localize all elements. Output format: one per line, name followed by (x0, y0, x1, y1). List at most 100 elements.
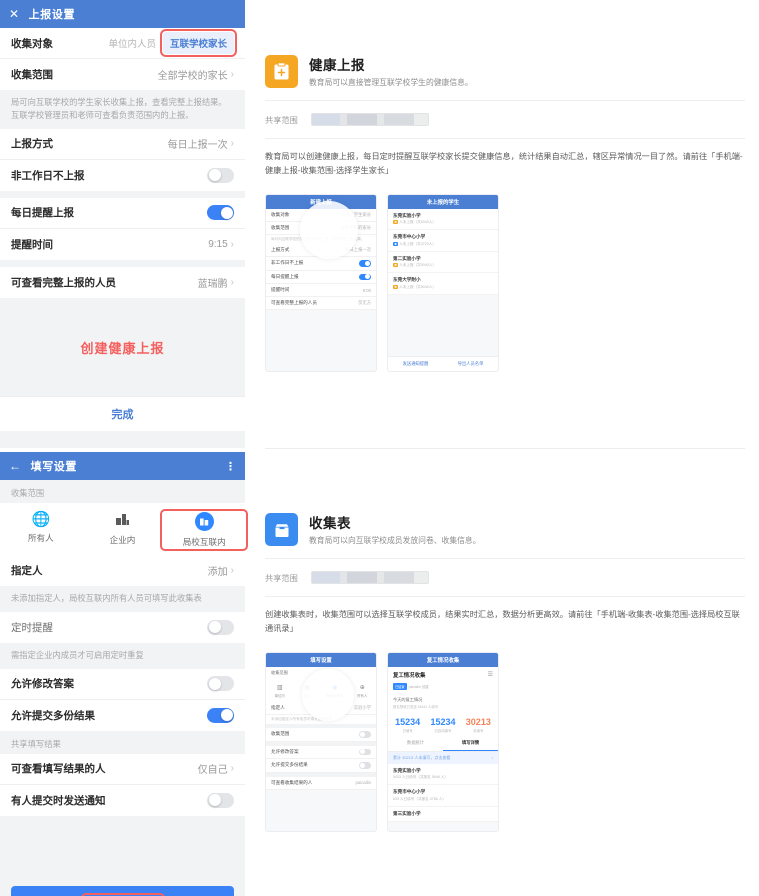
scope-help-note: 局可向互联学校的学生家长收集上报，查看完整上报结果。互联学校管理员和老师可查看负… (0, 90, 245, 129)
scope-option-enterprise[interactable]: 企业内 (82, 512, 164, 548)
mock-new-report: 新建上报 收集对象 人员 / 学生家长 收集范围 全部学校的家长 局可向互联学校… (265, 193, 377, 372)
mock-title-bar: 复工情况收集 (388, 652, 498, 667)
doc-health-report: 健康上报 教育局可以直接管理互联学校学生的健康信息。 共享范围 教育局可以创建健… (265, 52, 745, 372)
phone-navbar: ✕ 上报设置 (0, 0, 245, 28)
mock-row: 允许修改答案 (266, 745, 376, 760)
row-collect-scope[interactable]: 收集范围 全部学校的家长 › (0, 59, 245, 90)
mock-scope-label: 局校互联内 (326, 693, 344, 698)
globe-icon: ⊕ (359, 684, 365, 691)
mock-row-label: 收集对象 (271, 211, 290, 217)
toggle-notify-on-submit[interactable] (207, 792, 234, 808)
row-full-report-viewer[interactable]: 可查看完整上报的人员 蓝瑞鹏 › (0, 266, 245, 298)
close-icon[interactable]: ✕ (9, 8, 20, 20)
row-allow-multiple-submit[interactable]: 允许提交多份结果 (0, 699, 245, 731)
row-label: 可查看填写结果的人 (11, 763, 106, 776)
row-value: 每日上报一次 (167, 140, 228, 152)
row-label: 可查看完整上报的人员 (11, 276, 116, 289)
list-item: 东莞大学附小 ■ 人未上报（共5040人） (388, 273, 498, 295)
school-name: 东莞市中心小学 (393, 234, 426, 240)
done-button[interactable]: 完成 (0, 395, 245, 431)
row-value: 9:15 (208, 238, 228, 250)
row-result-viewer[interactable]: 可查看填写结果的人 仅自己 › (0, 753, 245, 785)
row-assigned-people[interactable]: 指定人 添加 › (0, 555, 245, 586)
mock-row: 可查看收集结果的人 paicailin (266, 776, 376, 790)
stat-caption: 已填写 (402, 728, 413, 733)
mock-row-value: 仅无方 (358, 300, 371, 306)
create-collect-form-button[interactable]: 创建收集表 (11, 885, 234, 896)
row-label: 非工作日不上报 (11, 169, 85, 182)
segment-control[interactable]: 单位内人员 互联学校家长 (101, 29, 238, 57)
toggle-allow-multiple-submit[interactable] (207, 707, 234, 723)
school-link-icon (163, 512, 245, 531)
more-icon[interactable]: ⋮ (225, 460, 236, 473)
school-sub: 5433 人已填写（共报名 5946 人） (393, 775, 448, 780)
mock-title-bar: 填写设置 (266, 652, 376, 667)
school-sub: 人未上报（共3720人） (399, 241, 436, 246)
globe-icon: 🌐 (31, 511, 51, 528)
mock-scope-option: ▥ 单位内 (266, 684, 294, 698)
answer-options-group: 允许修改答案 允许提交多份结果 (0, 668, 245, 731)
chevron-right-icon: › (230, 138, 234, 150)
school-name: 东莞市中心小学 (393, 789, 426, 795)
row-report-method[interactable]: 上报方式 每日上报一次 › (0, 128, 245, 160)
row-notify-on-submit[interactable]: 有人提交时发送通知 (0, 784, 245, 816)
share-scope-value-redacted[interactable] (310, 571, 429, 584)
settings-group-2: 上报方式 每日上报一次 › 非工作日不上报 (0, 128, 245, 191)
mock-row-label: 收集范围 (271, 224, 290, 230)
creator-label: paicailin 创建 (408, 684, 429, 689)
mock-scope-label: 单位内 (274, 693, 285, 698)
mock-filler (266, 789, 376, 830)
share-scope-value-redacted[interactable] (310, 113, 429, 126)
mock-filler (266, 310, 376, 353)
mock-scope-option: ▤ 企业 (294, 684, 322, 698)
mock-scope-label: 所有人 (357, 693, 368, 698)
chevron-right-icon: › (491, 754, 493, 760)
assigned-help-note: 未添加指定人，局校互联内所有人员可填写此收集表 (0, 586, 245, 612)
share-scope-row: 共享范围 (265, 101, 745, 138)
row-scheduled-reminder[interactable]: 定时提醒 (0, 611, 245, 643)
doc-collect-form: 收集表 教育局可以向互联学校成员发放问卷、收集信息。 共享范围 创建收集表时，收… (265, 510, 745, 832)
share-scope-row: 共享范围 (265, 559, 745, 596)
phone-panel-collect-form: ← 填写设置 ⋮ 收集范围 🌐 所有人 企业内 局校互联内 指定人 添加 › 未… (0, 452, 249, 896)
mock-group-label: 收集范围 (266, 666, 376, 679)
row-label: 定时提醒 (11, 621, 53, 634)
list-item: 东莞市中心小学 633 人已填写（共报名 4766 人） (388, 785, 498, 807)
school-sub: 人未上报（共5040人） (399, 284, 436, 289)
mock-row-label: 提醒时间 (271, 287, 290, 293)
segment-option-school-parent[interactable]: 互联学校家长 (159, 29, 238, 57)
mock-row: 允许提交多份结果 (266, 759, 376, 773)
list-item: 东莞实验小学 5433 人已填写（共报名 5946 人） (388, 763, 498, 786)
mock-scope-option: ⊕ 所有人 (349, 684, 377, 698)
toggle-scheduled-reminder[interactable] (207, 619, 234, 635)
mock-scope-label: 企业 (303, 693, 311, 698)
scope-option-school-link[interactable]: 局校互联内 (160, 509, 249, 551)
row-allow-edit-answer[interactable]: 允许修改答案 (0, 668, 245, 700)
row-reminder-time[interactable]: 提醒时间 9:15 › (0, 228, 245, 260)
list-item: 东莞实验小学 ■ 人未上报（共5340人） (388, 208, 498, 231)
mock-meta-row: 已结束 paicailin 创建 (388, 682, 498, 694)
panel-filler (0, 815, 245, 886)
mock-row: 上报方式 每日上报一次 (266, 244, 376, 258)
row-no-report-nonworkday[interactable]: 非工作日不上报 (0, 159, 245, 191)
stat-filled: 15234 已填写 (390, 717, 425, 733)
scope-option-everyone[interactable]: 🌐 所有人 (0, 512, 82, 548)
row-label: 收集对象 (11, 37, 53, 50)
segment-option-internal[interactable]: 单位内人员 (101, 32, 163, 54)
phone-panel-health-report: ✕ 上报设置 收集对象 单位内人员 互联学校家长 收集范围 全部学校的家长 › 局… (0, 0, 245, 448)
row-value: 添加 (207, 567, 228, 578)
mock-screenshots-collect: 填写设置 收集范围 ▥ 单位内 ▤ 企业 ◉ 局校互联内 ⊕ 所有人 指定人 实… (265, 650, 745, 832)
doc-title: 健康上报 (309, 58, 365, 73)
inbox-icon (265, 512, 298, 546)
mock-footer-actions: 发送通知提醒 导出人员名单 (388, 355, 498, 371)
row-daily-reminder[interactable]: 每日提醒上报 (0, 197, 245, 229)
chevron-right-icon: › (230, 276, 234, 288)
toggle-daily-reminder[interactable] (207, 205, 234, 221)
mock-toggle (359, 273, 371, 281)
back-arrow-icon[interactable]: ← (9, 460, 22, 472)
toggle-allow-edit-answer[interactable] (207, 676, 234, 692)
row-collect-target[interactable]: 收集对象 单位内人员 互联学校家长 (0, 28, 245, 59)
school-sub: 633 人已填写（共报名 4766 人） (393, 796, 446, 801)
group-label-collect-scope: 收集范围 (0, 480, 245, 503)
toggle-no-report-nonworkday[interactable] (207, 167, 234, 183)
share-results-group: 可查看填写结果的人 仅自己 › 有人提交时发送通知 (0, 753, 245, 816)
